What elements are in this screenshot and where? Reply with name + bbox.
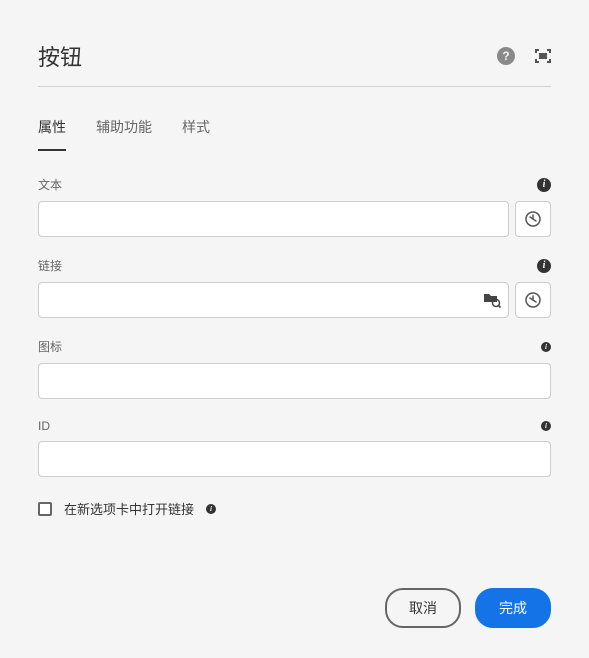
info-icon[interactable]: i bbox=[541, 342, 551, 352]
done-button[interactable]: 完成 bbox=[475, 588, 551, 628]
id-label: ID bbox=[38, 419, 50, 433]
button-dialog: 按钮 ? 属性 辅助功能 样式 bbox=[0, 0, 589, 658]
icon-input[interactable] bbox=[38, 363, 551, 399]
id-input[interactable] bbox=[38, 441, 551, 477]
help-icon[interactable]: ? bbox=[497, 47, 515, 65]
info-icon[interactable]: i bbox=[537, 259, 551, 273]
text-input[interactable] bbox=[38, 201, 509, 237]
open-new-tab-label: 在新选项卡中打开链接 bbox=[64, 499, 194, 518]
dialog-title: 按钮 bbox=[38, 40, 82, 72]
link-input[interactable] bbox=[38, 282, 509, 318]
field-icon: 图标 i bbox=[38, 338, 551, 399]
browse-icon[interactable] bbox=[483, 291, 501, 309]
field-id: ID i bbox=[38, 419, 551, 477]
info-icon[interactable]: i bbox=[541, 421, 551, 431]
form-section: 文本 i 链接 i bbox=[38, 176, 551, 518]
dialog-header: 按钮 ? bbox=[38, 40, 551, 87]
link-label: 链接 bbox=[38, 257, 62, 274]
text-label: 文本 bbox=[38, 176, 62, 193]
tab-accessibility[interactable]: 辅助功能 bbox=[96, 105, 152, 151]
suggest-button[interactable] bbox=[515, 201, 551, 237]
icon-label: 图标 bbox=[38, 338, 62, 355]
open-new-tab-checkbox[interactable] bbox=[38, 502, 52, 516]
field-link: 链接 i bbox=[38, 257, 551, 318]
fullscreen-icon[interactable] bbox=[535, 48, 551, 64]
info-icon[interactable]: i bbox=[206, 504, 216, 514]
tab-properties[interactable]: 属性 bbox=[38, 105, 66, 151]
tab-styles[interactable]: 样式 bbox=[182, 105, 210, 151]
info-icon[interactable]: i bbox=[537, 178, 551, 192]
field-text: 文本 i bbox=[38, 176, 551, 237]
tab-list: 属性 辅助功能 样式 bbox=[38, 105, 551, 152]
open-new-tab-row: 在新选项卡中打开链接 i bbox=[38, 499, 551, 518]
header-actions: ? bbox=[497, 47, 551, 65]
dialog-footer: 取消 完成 bbox=[385, 588, 551, 628]
cancel-button[interactable]: 取消 bbox=[385, 588, 461, 628]
suggest-button[interactable] bbox=[515, 282, 551, 318]
